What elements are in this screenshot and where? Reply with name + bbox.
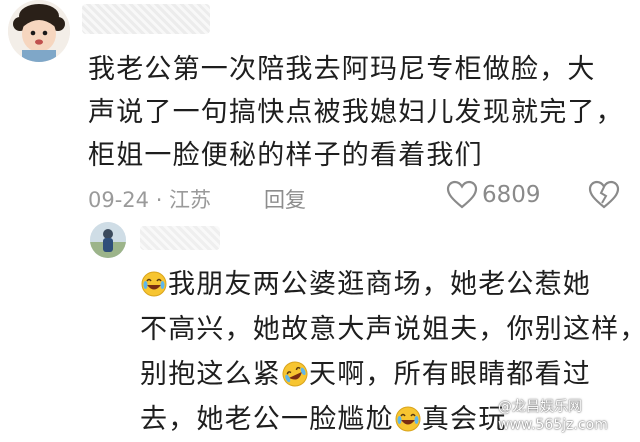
reply-text-segment: 别抱这么紧 bbox=[140, 359, 281, 390]
reply-text-segment: 天啊，所有眼睛都看过 bbox=[309, 359, 591, 390]
watermark: @龙昌娱乐网 www.565jz.com bbox=[498, 398, 638, 434]
rofl-emoji-icon bbox=[282, 361, 308, 387]
reply-line: 别抱这么紧 天啊，所有眼睛都看过 bbox=[140, 352, 635, 397]
comment-line: 声说了一句搞快点被我媳妇儿发现就完了， bbox=[88, 97, 624, 128]
reply-line: 我朋友两公婆逛商场，她老公惹她 bbox=[140, 262, 635, 307]
comment-line: 柜姐一脸便秘的样子的看着我们 bbox=[88, 140, 483, 171]
comment-line: 我老公第一次陪我去阿玛尼专柜做脸，大 bbox=[88, 54, 596, 85]
crying-laughing-emoji-icon bbox=[141, 271, 167, 297]
reply-text-segment: 真会玩 bbox=[421, 404, 507, 435]
watermark-line: www.565jz.com bbox=[498, 417, 608, 433]
dislike-button[interactable] bbox=[588, 180, 620, 215]
reply-button[interactable]: 回复 bbox=[264, 184, 306, 214]
comment-author-name-blurred[interactable] bbox=[82, 4, 210, 34]
reply-author-name-blurred[interactable] bbox=[140, 226, 220, 250]
comment-date-location: 09-24 · 江苏 bbox=[88, 188, 212, 212]
like-button[interactable]: 6809 bbox=[446, 180, 541, 210]
reply-text-segment: 我朋友两公婆逛商场，她老公惹她 bbox=[168, 269, 591, 300]
watermark-line: @龙昌娱乐网 bbox=[498, 399, 582, 415]
heart-icon bbox=[446, 180, 478, 209]
like-count: 6809 bbox=[482, 182, 541, 208]
reply-author-avatar[interactable] bbox=[90, 222, 126, 258]
crying-laughing-emoji-icon bbox=[395, 406, 421, 432]
reply-line: 不高兴，她故意大声说姐夫，你别这样， bbox=[140, 314, 640, 345]
comment-meta-row: 09-24 · 江苏 回复 6809 bbox=[88, 180, 632, 214]
comment-body: 我老公第一次陪我去阿玛尼专柜做脸，大 声说了一句搞快点被我媳妇儿发现就完了， 柜… bbox=[88, 48, 633, 177]
comment-author-avatar[interactable] bbox=[8, 0, 70, 62]
reply-text-segment: 去，她老公一脸尴尬 bbox=[140, 404, 394, 435]
broken-heart-icon bbox=[588, 180, 620, 209]
